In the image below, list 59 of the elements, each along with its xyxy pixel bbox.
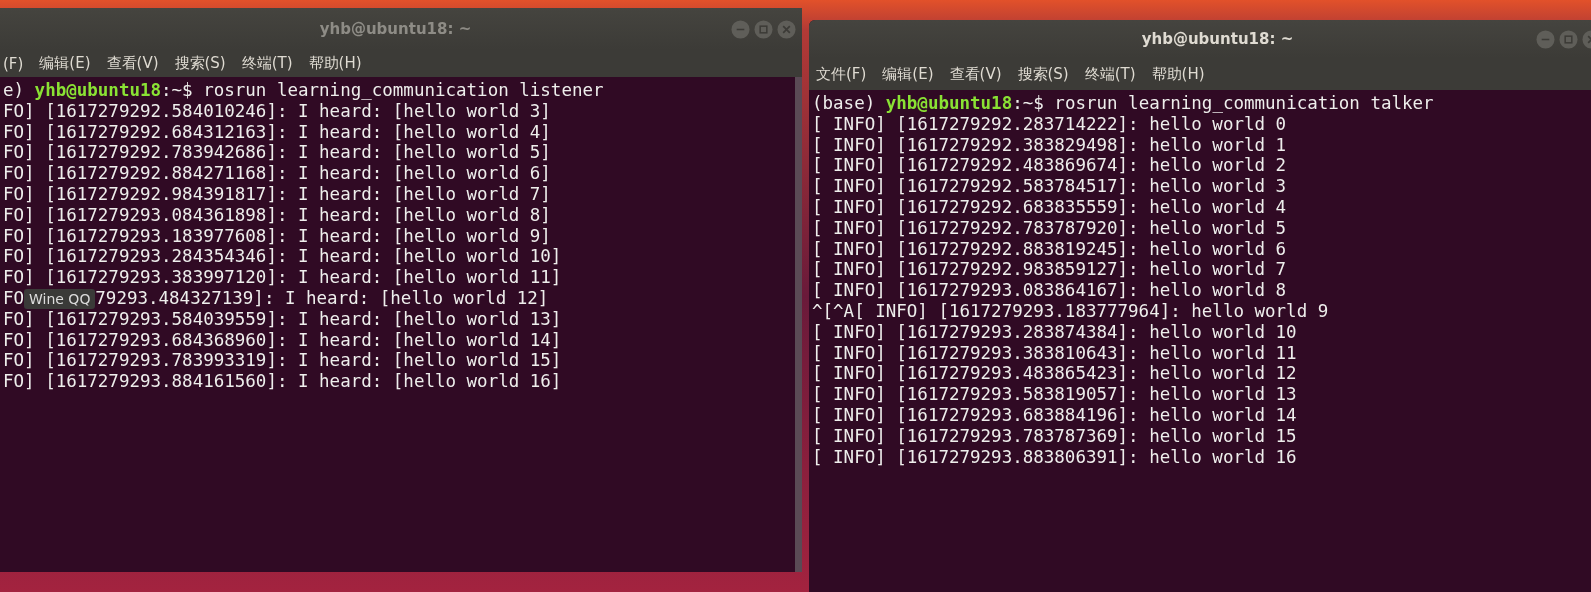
prompt-text: e) bbox=[3, 80, 26, 100]
log-line: [ INFO] [1617279292.983859127]: hello world 7 bbox=[812, 259, 1288, 281]
menu-item[interactable]: 编辑(E) bbox=[39, 54, 91, 73]
log-line: FO] [1617279293.684368960]: I heard: [hello world 14] bbox=[3, 329, 563, 351]
scrollbar[interactable] bbox=[795, 77, 802, 572]
menu-item[interactable]: 终端(T) bbox=[241, 54, 293, 73]
log-line: FO] [1617279293.284354346]: I heard: [hello world 10] bbox=[3, 246, 563, 268]
log-line: FO] [1617279293.584039559]: I heard: [hello world 13] bbox=[3, 308, 563, 330]
log-line: [ INFO] [1617279292.683835559]: hello world 4 bbox=[812, 197, 1288, 218]
menu-item[interactable]: (F) bbox=[3, 54, 24, 73]
prompt-user: yhb@ubuntu18 bbox=[34, 80, 162, 100]
log-line: FO] [1617279292.684312163]: I heard: [hello world 4] bbox=[3, 121, 552, 143]
minimize-icon[interactable] bbox=[1536, 29, 1555, 49]
window-title: yhb@ubuntu18: ~ bbox=[318, 20, 473, 38]
menu-item[interactable]: 终端(T) bbox=[1084, 64, 1136, 84]
menu-item[interactable]: 搜索(S) bbox=[174, 54, 226, 73]
menu-item[interactable]: 帮助(H) bbox=[1151, 64, 1205, 84]
log-line: FO] [1617279292.884271168]: I heard: [hello world 6] bbox=[3, 163, 552, 184]
log-line: [ INFO] [1617279292.283714222]: hello world 0 bbox=[812, 113, 1288, 135]
command-text: :~$ rosrun learning_communication talker bbox=[1012, 93, 1434, 113]
window-title: yhb@ubuntu18: ~ bbox=[1140, 30, 1295, 48]
log-line: [ INFO] [1617279292.383829498]: hello world 1 bbox=[812, 134, 1288, 156]
maximize-icon[interactable] bbox=[754, 19, 773, 39]
log-line: [ INFO] [1617279293.083864167]: hello world 8 bbox=[812, 280, 1288, 301]
log-line: FO] [1617279293.783993319]: I heard: [hello world 15] bbox=[3, 350, 563, 372]
log-line: [ INFO] [1617279293.683884196]: hello world 14 bbox=[812, 404, 1298, 426]
menu-item[interactable]: 查看(V) bbox=[106, 54, 159, 73]
menu-item[interactable]: 文件(F) bbox=[816, 64, 867, 84]
maximize-icon[interactable] bbox=[1559, 29, 1578, 49]
log-line: FO] [1617279292.984391817]: I heard: [hello world 7] bbox=[3, 184, 552, 205]
log-line: [ INFO] [1617279293.583819057]: hello world 13 bbox=[812, 384, 1298, 405]
log-line: [ INFO] [1617279293.283874384]: hello world 10 bbox=[812, 321, 1298, 343]
log-line: 79293.484327139]: I heard: [hello world 12] bbox=[95, 287, 549, 308]
menu-item[interactable]: 帮助(H) bbox=[308, 54, 362, 73]
log-line: [ INFO] [1617279293.783787369]: hello world 15 bbox=[812, 425, 1298, 447]
log-line: [ INFO] [1617279292.583784517]: hello world 3 bbox=[812, 176, 1288, 197]
log-line: FO] [1617279293.084361898]: I heard: [hello world 8] bbox=[3, 204, 552, 226]
log-line: [ INFO] [1617279292.483869674]: hello world 2 bbox=[812, 155, 1288, 177]
log-line: ^[^A[ INFO] [1617279293.183777964]: hello world 9 bbox=[812, 300, 1330, 322]
log-line: FO] [1617279292.783942686]: I heard: [hello world 5] bbox=[3, 142, 552, 164]
tooltip: Wine QQ bbox=[24, 288, 96, 309]
log-line: [ INFO] [1617279292.883819245]: hello world 6 bbox=[812, 238, 1288, 260]
menu-item[interactable]: 搜索(S) bbox=[1017, 64, 1069, 84]
prompt-text: (base) bbox=[812, 93, 877, 113]
log-line: FO] [1617279293.183977608]: I heard: [hello world 9] bbox=[3, 225, 552, 247]
minimize-icon[interactable] bbox=[731, 19, 750, 39]
menu-item[interactable]: 查看(V) bbox=[949, 64, 1002, 84]
command-text: :~$ rosrun learning_communication listener bbox=[161, 80, 604, 100]
log-line: FO bbox=[3, 287, 25, 308]
log-line: FO] [1617279293.884161560]: I heard: [hello world 16] bbox=[3, 371, 563, 392]
close-icon[interactable] bbox=[777, 19, 796, 39]
log-line: [ INFO] [1617279293.483865423]: hello world 12 bbox=[812, 363, 1298, 385]
log-line: [ INFO] [1617279292.783787920]: hello world 5 bbox=[812, 217, 1288, 239]
log-line: [ INFO] [1617279293.883806391]: hello world 16 bbox=[812, 446, 1298, 468]
prompt-user: yhb@ubuntu18 bbox=[885, 93, 1013, 113]
log-line: FO] [1617279293.383997120]: I heard: [hello world 11] bbox=[3, 267, 563, 288]
log-line: FO] [1617279292.584010246]: I heard: [hello world 3] bbox=[3, 100, 552, 122]
log-line: [ INFO] [1617279293.383810643]: hello world 11 bbox=[812, 342, 1298, 364]
menu-item[interactable]: 编辑(E) bbox=[882, 64, 934, 84]
